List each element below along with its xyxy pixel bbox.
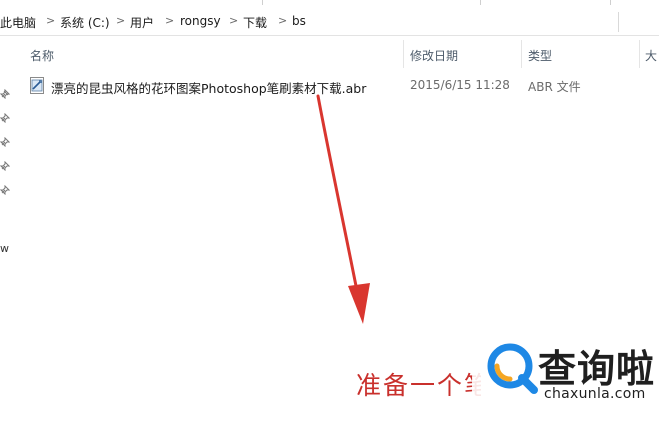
breadcrumb-chevron-icon[interactable]: > <box>116 14 125 27</box>
watermark-logo: 查询啦 chaxunla.com <box>472 332 659 424</box>
file-row[interactable]: 漂亮的昆虫风格的花环图案Photoshop笔刷素材下载.abr 2015/6/1… <box>24 74 634 98</box>
breadcrumb-chevron-icon[interactable]: > <box>46 14 55 27</box>
column-divider[interactable] <box>521 40 522 68</box>
file-name[interactable]: 漂亮的昆虫风格的花环图案Photoshop笔刷素材下载.abr <box>51 78 366 97</box>
watermark-url: chaxunla.com <box>544 386 646 402</box>
pin-icon[interactable] <box>0 161 10 171</box>
column-header-date-modified[interactable]: 修改日期 <box>410 47 458 64</box>
file-type: ABR 文件 <box>528 80 581 94</box>
pin-icon[interactable] <box>0 137 10 147</box>
breadcrumb-chevron-icon[interactable]: > <box>229 14 238 27</box>
top-divider <box>610 0 611 5</box>
column-header-size[interactable]: 大 <box>645 47 657 64</box>
breadcrumb-item-downloads[interactable]: 下载 <box>243 14 267 31</box>
address-bar-divider <box>618 12 619 32</box>
column-header-type[interactable]: 类型 <box>528 47 552 64</box>
pin-icon[interactable] <box>0 89 10 99</box>
search-magnifier-logo-icon <box>487 343 538 394</box>
breadcrumb-item-system-drive[interactable]: 系统 (C:) <box>60 14 110 31</box>
pin-icon[interactable] <box>0 185 10 195</box>
breadcrumb-chevron-icon[interactable]: > <box>165 14 174 27</box>
column-divider[interactable] <box>403 40 404 68</box>
nav-item-label[interactable]: w <box>0 242 9 255</box>
breadcrumb-chevron-icon[interactable]: > <box>278 14 287 27</box>
breadcrumb-item-this-pc[interactable]: 此电脑 <box>0 14 36 31</box>
breadcrumb-item-user-folder[interactable]: rongsy <box>180 14 221 28</box>
breadcrumb-item-users[interactable]: 用户 <box>130 14 154 31</box>
address-bar[interactable]: 此电脑 > 系统 (C:) > 用户 > rongsy > 下载 > bs <box>0 6 659 36</box>
column-divider[interactable] <box>639 40 640 68</box>
column-header-name[interactable]: 名称 <box>30 47 54 64</box>
top-divider <box>480 0 481 5</box>
file-date-modified: 2015/6/15 11:28 <box>410 78 510 92</box>
abr-file-icon <box>30 77 44 94</box>
navigation-pane: w <box>0 37 14 424</box>
watermark-brand: 查询啦 <box>538 347 656 391</box>
breadcrumb-item-bs[interactable]: bs <box>292 14 306 28</box>
annotation-caption: 准备一个笔 <box>356 371 481 400</box>
top-divider <box>262 0 263 5</box>
pin-icon[interactable] <box>0 113 10 123</box>
